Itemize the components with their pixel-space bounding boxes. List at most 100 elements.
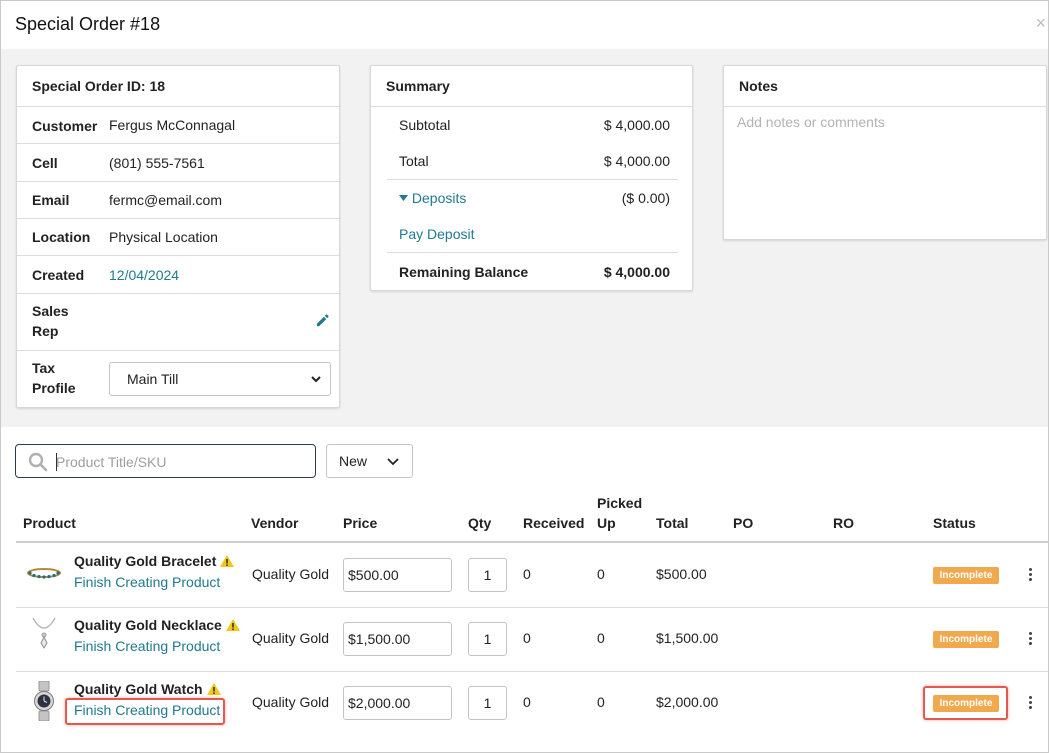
sales-rep-label-line2: Rep [32,323,59,339]
col-received: Received [523,515,585,531]
customer-label: Customer [32,118,98,134]
close-icon[interactable]: × [1035,13,1046,34]
modal-header: Special Order #18 × [1,1,1048,49]
sales-rep-label-line1: Sales [32,303,69,319]
qty-input[interactable]: 1 [468,558,507,592]
created-row: Created 12/04/2024 [17,256,339,294]
total-cell: $1,500.00 [656,630,719,646]
more-options-icon[interactable] [1027,696,1033,711]
subtotal-row: Subtotal $ 4,000.00 [399,117,670,133]
pay-deposit-link[interactable]: Pay Deposit [399,226,474,242]
cell-label: Cell [32,155,58,171]
caret-down-icon [399,190,408,206]
warning-icon [219,554,235,572]
row-divider [16,607,1048,608]
summary-heading: Summary [371,66,692,107]
customer-row: Customer Fergus McConnagal [17,107,339,144]
tax-profile-select[interactable]: Main Till [109,362,331,396]
more-options-icon[interactable] [1027,568,1033,583]
order-details-card: Special Order ID: 18 Customer Fergus McC… [16,65,340,408]
total-row: Total $ 4,000.00 [399,153,670,169]
remaining-row: Remaining Balance $ 4,000.00 [399,264,670,280]
total-value: $ 4,000.00 [603,153,670,169]
created-date-link[interactable]: 12/04/2024 [109,265,179,285]
notes-textarea[interactable]: Add notes or comments [724,107,1046,239]
location-value: Physical Location [109,229,218,245]
status-badge: Incomplete [933,631,999,648]
col-ro: RO [833,515,854,531]
subtotal-value: $ 4,000.00 [603,117,670,133]
total-label: Total [399,153,429,169]
picked-up-cell: 0 [597,694,605,710]
summary-divider [387,179,678,180]
summary-divider-2 [387,252,678,253]
sales-rep-row: Sales Rep [17,294,339,351]
vendor-cell: Quality Gold [252,630,330,646]
col-picked-line1: Picked [597,495,643,511]
warning-icon [225,618,241,636]
modal-title: Special Order #18 [15,14,161,34]
cell-row: Cell (801) 555-7561 [17,144,339,182]
qty-input[interactable]: 1 [468,686,507,720]
tax-profile-row: Tax Profile Main Till [17,351,339,407]
created-label: Created [32,267,85,283]
row-divider [16,671,1048,672]
necklace-icon [31,616,57,653]
received-cell: 0 [523,694,531,710]
deposits-label: Deposits [411,190,467,206]
col-total: Total [656,515,689,531]
subtotal-label: Subtotal [399,117,451,133]
cell-value: (801) 555-7561 [109,155,205,171]
deposits-toggle[interactable]: Deposits [399,190,466,206]
status-badge: Incomplete [933,567,999,584]
vendor-cell: Quality Gold [252,566,330,582]
received-cell: 0 [523,566,531,582]
finish-creating-product-link[interactable]: Finish Creating Product [74,573,220,591]
col-picked-line2: Up [597,515,616,531]
product-name: Quality Gold Necklace [74,616,241,636]
deposits-value: ($ 0.00) [621,190,670,206]
remaining-label: Remaining Balance [399,264,529,280]
qty-input[interactable]: 1 [468,622,507,656]
price-input[interactable]: $2,000.00 [343,686,452,720]
watch-icon [33,680,55,724]
tax-profile-value: Main Till [127,371,179,387]
pay-deposit-row: Pay Deposit [399,226,670,242]
product-search[interactable] [15,444,316,478]
col-status: Status [933,515,976,531]
col-vendor: Vendor [251,515,299,531]
text-cursor [56,453,57,471]
price-input[interactable]: $1,500.00 [343,622,452,656]
highlight-box-finish-link [65,698,225,725]
new-dropdown[interactable]: New [326,444,413,478]
tax-profile-label-line1: Tax [32,360,56,376]
col-po: PO [733,515,754,531]
picked-up-cell: 0 [597,566,605,582]
pencil-icon[interactable] [315,313,330,331]
col-product: Product [23,515,76,531]
more-options-icon[interactable] [1027,632,1033,647]
bracelet-icon [26,565,62,584]
search-icon [28,452,48,475]
chevron-down-icon [386,454,400,471]
notes-placeholder: Add notes or comments [737,114,885,130]
picked-up-cell: 0 [597,630,605,646]
email-row: Email fermc@email.com [17,182,339,219]
summary-card: Summary Subtotal $ 4,000.00 Total $ 4,00… [370,65,693,291]
header-divider [16,541,1048,543]
product-name: Quality Gold Watch [74,680,222,700]
location-label: Location [32,229,91,245]
location-row: Location Physical Location [17,219,339,256]
notes-card: Notes Add notes or comments [723,65,1047,240]
total-cell: $2,000.00 [656,694,719,710]
total-cell: $500.00 [656,566,707,582]
customer-value: Fergus McConnagal [109,117,236,133]
vendor-cell: Quality Gold [252,694,330,710]
product-name: Quality Gold Bracelet [74,552,235,572]
price-input[interactable]: $500.00 [343,558,452,592]
email-label: Email [32,192,70,208]
search-input[interactable] [56,451,306,473]
finish-creating-product-link[interactable]: Finish Creating Product [74,637,220,655]
received-cell: 0 [523,630,531,646]
col-price: Price [343,515,378,531]
